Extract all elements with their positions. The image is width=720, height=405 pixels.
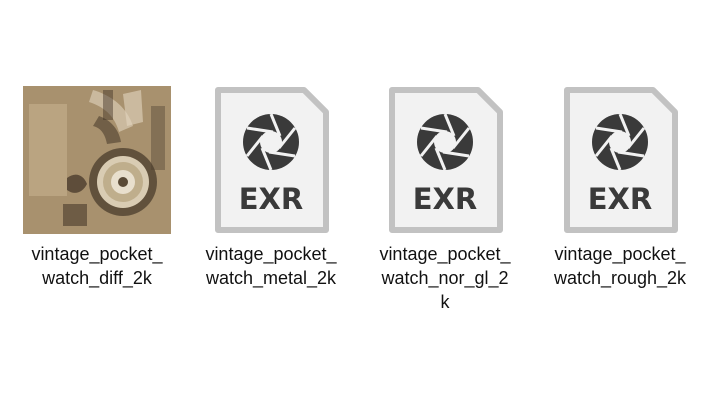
aperture-icon: [592, 113, 648, 171]
file-name-label: vintage_pocket_ watch_rough_2k: [553, 244, 687, 288]
exr-file-icon: EXR: [212, 86, 330, 234]
file-grid: vintage_pocket_ watch_diff_2k EXR vintag…: [0, 0, 720, 405]
file-name-label: vintage_pocket_ watch_metal_2k: [205, 244, 337, 288]
exr-file-icon: EXR: [386, 86, 504, 234]
texture-thumbnail-image: [23, 86, 171, 234]
file-name-label: vintage_pocket_ watch_diff_2k: [31, 244, 163, 288]
exr-file-icon: EXR: [561, 86, 679, 234]
file-name-label: vintage_pocket_ watch_nor_gl_2 k: [379, 244, 511, 312]
aperture-icon: [243, 113, 299, 171]
aperture-icon: [417, 113, 473, 171]
